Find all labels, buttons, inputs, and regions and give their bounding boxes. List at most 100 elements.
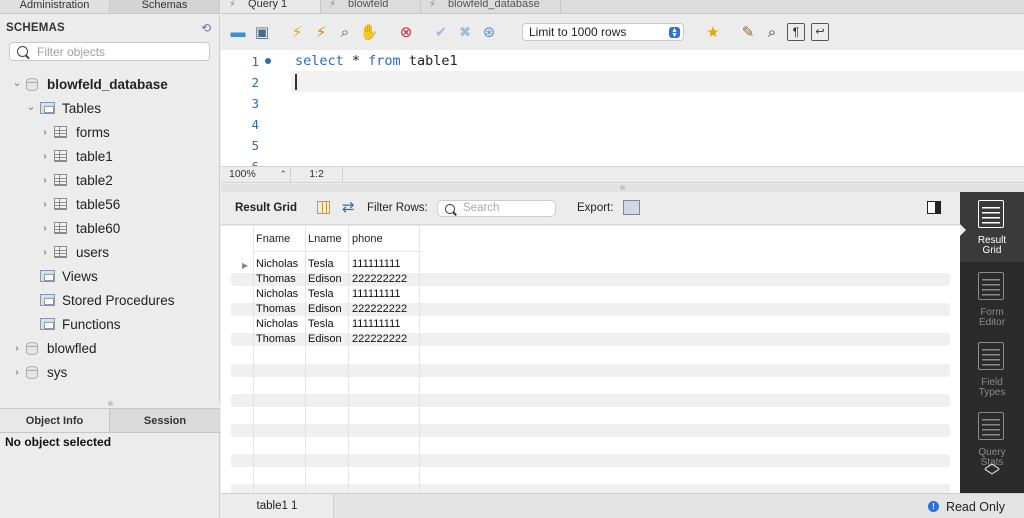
table-cell[interactable]: Thomas xyxy=(256,303,296,315)
tree-node-blowfeld-database[interactable]: › blowfeld_database xyxy=(12,73,168,95)
database-icon xyxy=(26,77,38,91)
filter-objects-field[interactable] xyxy=(9,42,210,61)
filter-objects-input[interactable] xyxy=(37,44,197,59)
column-header-phone[interactable]: phone xyxy=(352,233,383,245)
splitter-handle[interactable] xyxy=(620,185,625,190)
table-cell[interactable]: Edison xyxy=(308,303,342,315)
table-cell[interactable]: Nicholas xyxy=(256,318,298,330)
tree-node-table[interactable]: › table60 xyxy=(40,217,120,239)
side-panel-result-grid[interactable]: Result Grid xyxy=(960,192,1024,262)
line-number: 5 xyxy=(251,138,259,153)
table-cell[interactable]: 222222222 xyxy=(352,273,407,285)
tab-session[interactable]: Session xyxy=(110,409,220,432)
add-snippet-star-icon[interactable]: ★ xyxy=(704,23,722,41)
tab-blowfeld[interactable]: ⚡ blowfeld xyxy=(321,0,421,13)
table-cell[interactable]: Edison xyxy=(308,273,342,285)
side-panel-field-types[interactable]: Field Types xyxy=(960,334,1024,404)
tab-schemas[interactable]: Schemas xyxy=(110,0,220,13)
side-panel-scroll-chevrons[interactable]: ︿ ﹀ xyxy=(982,456,1002,486)
autocommit-toggle-icon[interactable]: ⊛ xyxy=(480,23,498,41)
tree-label: table2 xyxy=(76,172,113,188)
editor-result-splitter[interactable] xyxy=(221,184,1024,192)
chevron-right-icon[interactable]: › xyxy=(40,151,50,162)
tree-node-views[interactable]: Views xyxy=(40,265,98,287)
chevron-right-icon[interactable]: › xyxy=(40,247,50,258)
explain-magnifier-icon[interactable]: ⌕ xyxy=(336,23,354,41)
zoom-level-field[interactable]: 100% ⌃ xyxy=(221,166,291,183)
result-grid[interactable]: Fname Lname phone ▶ Nicholas Tesla 11111… xyxy=(221,226,960,493)
filter-rows-input[interactable] xyxy=(463,202,551,214)
find-magnifier-icon[interactable]: ⌕ xyxy=(763,23,781,41)
chevron-right-icon[interactable]: › xyxy=(40,175,50,186)
column-header-fname[interactable]: Fname xyxy=(256,233,290,245)
word-wrap-icon[interactable]: ↩ xyxy=(811,23,829,41)
tree-node-table[interactable]: › users xyxy=(40,241,109,263)
execute-current-lightning-icon[interactable]: ⚡ xyxy=(312,23,330,41)
select-arrows-icon: ▲ ▼ xyxy=(669,27,680,39)
table-cell[interactable]: 111111111 xyxy=(352,318,401,330)
table-cell[interactable]: 111111111 xyxy=(352,288,401,300)
toggle-error-stop-icon[interactable]: ⊗ xyxy=(397,23,415,41)
tree-node-blowfled[interactable]: › blowfled xyxy=(12,337,96,359)
tree-node-functions[interactable]: Functions xyxy=(40,313,121,335)
chevron-down-icon[interactable]: ﹀ xyxy=(984,469,1000,486)
open-folder-icon[interactable]: ▬ xyxy=(229,23,247,41)
save-icon[interactable]: ▣ xyxy=(253,23,271,41)
toggle-side-panel-icon[interactable] xyxy=(927,201,941,214)
table-cell[interactable]: Nicholas xyxy=(256,258,298,270)
table-cell[interactable]: Nicholas xyxy=(256,288,298,300)
tree-node-stored-procedures[interactable]: Stored Procedures xyxy=(40,289,175,311)
table-cell[interactable]: Thomas xyxy=(256,333,296,345)
table-cell[interactable]: Tesla xyxy=(308,318,334,330)
table-cell[interactable]: 111111111 xyxy=(352,258,401,270)
sidebar-splitter-handle[interactable] xyxy=(108,401,113,406)
tab-object-info[interactable]: Object Info xyxy=(0,409,110,432)
sql-editor[interactable]: 1 2 3 4 5 6 select * from table1 xyxy=(221,50,1024,166)
chevron-right-icon[interactable]: › xyxy=(40,127,50,138)
chevron-right-icon[interactable]: › xyxy=(40,223,50,234)
tree-node-table[interactable]: › table2 xyxy=(40,169,113,191)
chevron-down-icon[interactable]: › xyxy=(12,79,23,89)
commit-check-icon[interactable]: ✔ xyxy=(432,23,450,41)
chevron-right-icon[interactable]: › xyxy=(12,343,22,354)
tree-node-tables[interactable]: › Tables xyxy=(26,97,102,119)
table-cell[interactable]: Tesla xyxy=(308,288,334,300)
refresh-results-icon[interactable]: ⇄ xyxy=(342,198,355,216)
tab-administration[interactable]: Administration xyxy=(0,0,110,13)
side-panel-label: Result Grid xyxy=(977,235,1007,256)
current-line-highlight xyxy=(291,71,1024,92)
grid-layout-icon[interactable] xyxy=(317,201,330,214)
export-icon[interactable] xyxy=(623,200,640,215)
table-cell[interactable]: 222222222 xyxy=(352,303,407,315)
tree-node-table[interactable]: › table56 xyxy=(40,193,120,215)
stop-hand-icon[interactable]: ✋ xyxy=(360,23,379,41)
tree-node-table[interactable]: › table1 xyxy=(40,145,112,167)
rollback-x-icon[interactable]: ✖ xyxy=(456,23,474,41)
side-panel-label: Form Editor xyxy=(978,307,1006,328)
table-cell[interactable]: 222222222 xyxy=(352,333,407,345)
side-panel-form-editor[interactable]: Form Editor xyxy=(960,264,1024,334)
limit-rows-select[interactable]: Limit to 1000 rows ▲ ▼ xyxy=(522,23,684,41)
table-cell[interactable]: Edison xyxy=(308,333,342,345)
tab-blowfeld-database[interactable]: ⚡ blowfeld_database xyxy=(421,0,561,13)
chevron-down-icon[interactable]: › xyxy=(26,103,37,113)
schemas-sidebar: SCHEMAS ⟲ › blowfeld_database › Tables ›… xyxy=(0,15,220,402)
column-header-lname[interactable]: Lname xyxy=(308,233,342,245)
beautify-broom-icon[interactable]: ✎ xyxy=(739,23,757,41)
execute-lightning-icon[interactable]: ⚡ xyxy=(288,23,306,41)
export-label: Export: xyxy=(577,202,614,214)
refresh-icon[interactable]: ⟲ xyxy=(201,21,211,35)
tree-node-sys[interactable]: › sys xyxy=(12,361,67,383)
line-number: 6 xyxy=(221,159,259,166)
tree-node-table[interactable]: › forms xyxy=(40,121,109,143)
invisible-chars-pilcrow-icon[interactable]: ¶ xyxy=(787,23,805,41)
chevron-right-icon[interactable]: › xyxy=(40,199,50,210)
result-tab-table1[interactable]: table1 1 xyxy=(221,494,334,518)
line-number: 3 xyxy=(251,96,259,111)
chevron-right-icon[interactable]: › xyxy=(12,367,22,378)
filter-rows-search-field[interactable] xyxy=(437,200,556,217)
table-cell[interactable]: Tesla xyxy=(308,258,334,270)
table-cell[interactable]: Thomas xyxy=(256,273,296,285)
tab-query-1[interactable]: ⚡ Query 1 xyxy=(221,0,321,13)
stepper-icon[interactable]: ⌃ xyxy=(279,166,287,182)
